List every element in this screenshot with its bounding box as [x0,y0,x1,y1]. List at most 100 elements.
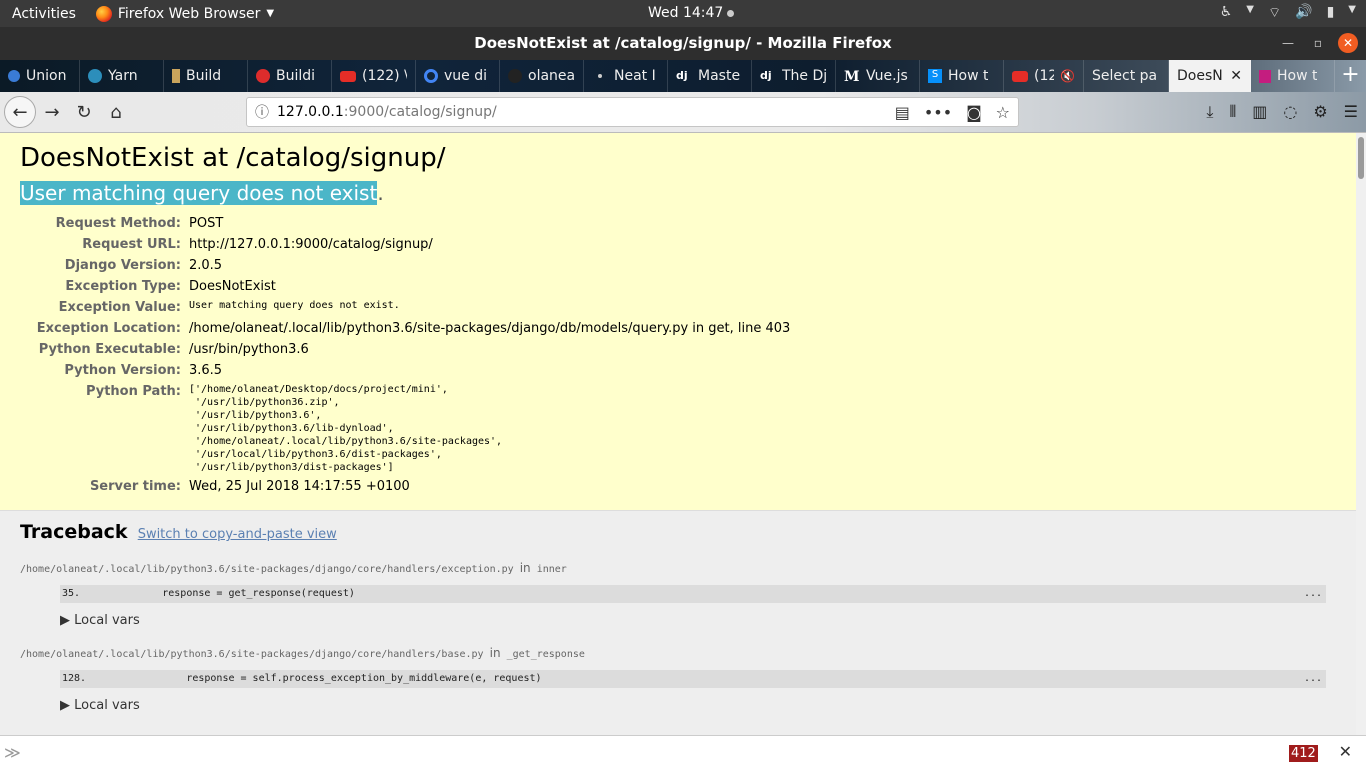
window-title: DoesNotExist at /catalog/signup/ - Mozil… [474,34,892,52]
bookmark-star-icon[interactable]: ☆ [996,103,1010,122]
close-tab-icon[interactable]: ✕ [1230,68,1242,84]
tab-how-t-2[interactable]: How t [1251,60,1335,92]
extension-icon[interactable]: ◌ [1283,102,1297,122]
scrollbar-thumb[interactable] [1358,137,1364,179]
tab-google-vue[interactable]: vue di [416,60,500,92]
meta-row: Exception Location: /home/olaneat/.local/… [20,318,791,339]
traceback-frame: /home/olaneat/.local/lib/python3.6/site-… [20,561,1326,628]
battery-icon[interactable]: ▮ [1327,4,1335,22]
wifi-icon[interactable]: ⌔ [1268,4,1281,22]
tab-neat[interactable]: Neat I [584,60,668,92]
chevron-right-icon[interactable]: ≫ [0,743,21,762]
frame-context-line[interactable]: 128. response = self.process_exception_b… [60,670,1326,688]
expand-context[interactable]: ... [1304,585,1326,603]
close-window-icon[interactable]: ✕ [1338,33,1358,53]
accessibility-icon[interactable]: ♿ [1220,4,1233,22]
frame-file: /home/olaneat/.local/lib/python3.6/site-… [20,561,1326,575]
frame-file-path: /home/olaneat/.local/lib/python3.6/site-… [20,649,484,660]
url-bar[interactable]: ⓘ 127.0.0.1:9000/catalog/signup/ ▤ ••• ◙… [246,97,1019,127]
library-icon[interactable]: ⫴ [1229,102,1236,122]
caret-down-icon: ▼ [1246,4,1254,15]
yarn-icon [88,69,102,83]
meta-value: 2.0.5 [189,258,223,273]
traceback-frame: /home/olaneat/.local/lib/python3.6/site-… [20,646,1326,713]
tab-label: Union [26,68,67,84]
frame-function: inner [536,564,567,575]
meta-value: ['/home/olaneat/Desktop/docs/project/min… [189,384,503,473]
switch-view-link[interactable]: Switch to copy-and-paste view [138,527,337,542]
vertical-scrollbar[interactable] [1356,133,1366,735]
caret-down-icon: ▼ [266,8,275,19]
meta-label: Exception Value: [58,300,181,315]
tab-label: olanea [528,68,575,84]
tab-buildi[interactable]: Buildi [248,60,332,92]
reader-view-icon[interactable]: ▤ [895,103,910,122]
tab-django-the-dj[interactable]: dj The Dj [752,60,836,92]
meta-value: User matching query does not exist. [189,300,400,311]
tab-label: Neat I [614,68,656,84]
local-vars-toggle[interactable]: ▶ Local vars [60,698,1326,713]
tab-select-pa[interactable]: Select pa [1084,60,1169,92]
meta-row: Python Version: 3.6.5 [20,360,790,381]
frame-context-line[interactable]: 35. response = get_response(request)... [60,585,1326,603]
meta-row: Exception Value: User matching query does… [20,297,790,318]
tab-youtube-122[interactable]: (122) \ [332,60,416,92]
settings-gear-icon[interactable]: ⚙ [1313,102,1327,122]
meta-row: Server time: Wed, 25 Jul 2018 14:17:55 +0… [20,476,790,497]
angular-icon [256,69,270,83]
clock-label: Wed 14:47 [648,5,724,21]
app-menu-label: Firefox Web Browser [117,5,261,22]
page-actions-icon[interactable]: ••• [924,103,952,122]
info-icon[interactable]: ⓘ [247,102,277,122]
count-badge: 412 [1289,745,1318,762]
meta-label: Exception Type: [65,279,181,294]
bottom-command-bar: ≫ 412 ✕ [0,735,1366,768]
back-button[interactable]: ← [4,96,36,128]
meta-label: Request Method: [55,216,181,231]
clock[interactable]: Wed 14:47 [648,5,735,21]
tab-django-master[interactable]: dj Maste [668,60,752,92]
minimize-icon[interactable]: — [1278,33,1298,53]
arrow-right-icon: → [44,101,60,123]
home-button[interactable]: ⌂ [100,96,132,128]
pocket-icon[interactable]: ◙ [966,103,982,122]
sidebar-icon[interactable]: ▥ [1252,102,1267,122]
system-tray[interactable]: ♿ ▼ ⌔ 🔊 ▮ ▼ [1220,4,1356,22]
django-icon: dj [760,69,772,82]
meta-value: 3.6.5 [189,363,223,378]
tab-doesnotexist[interactable]: DoesN ✕ [1169,60,1251,92]
meta-label: Request URL: [82,237,181,252]
url-host: 127.0.0.1 [277,104,344,120]
line-number: 128. [62,673,87,684]
tab-yarn[interactable]: Yarn [80,60,164,92]
download-icon[interactable]: ⤓ [1206,102,1213,122]
tab-youtube-12[interactable]: (12 🔇 [1004,60,1084,92]
meta-value: http://127.0.0.1:9000/catalog/signup/ [189,237,433,252]
close-bar-icon[interactable]: ✕ [1339,742,1352,761]
tab-union[interactable]: Union [0,60,80,92]
expand-context[interactable]: ... [1304,670,1326,688]
hexo-icon [1259,69,1271,83]
tab-build[interactable]: Build [164,60,248,92]
menu-hamburger-icon[interactable]: ☰ [1344,102,1358,122]
new-tab-button[interactable]: + [1335,60,1366,92]
navigation-toolbar: ← → ↻ ⌂ ⓘ 127.0.0.1:9000/catalog/signup/… [0,92,1366,133]
activities-button[interactable]: Activities [0,6,88,22]
tab-how-t[interactable]: S How t [920,60,1004,92]
meta-label: Django Version: [64,258,181,273]
tab-github-olaneat[interactable]: olanea [500,60,584,92]
app-menu[interactable]: Firefox Web Browser ▼ [88,5,275,22]
frame-in: in [489,646,501,660]
tab-strip: Union Yarn Build Buildi (122) \ vue di o… [0,60,1366,92]
reload-button[interactable]: ↻ [68,96,100,128]
volume-icon[interactable]: 🔊 [1295,4,1312,22]
meta-row: Python Executable: /usr/bin/python3.6 [20,339,790,360]
code-line: response = self.process_exception_by_mid… [90,673,542,684]
muted-icon[interactable]: 🔇 [1060,69,1075,83]
forward-button[interactable]: → [36,96,68,128]
maximize-icon[interactable]: ▫ [1308,33,1328,53]
tab-medium-vuejs[interactable]: M Vue.js [836,60,920,92]
local-vars-toggle[interactable]: ▶ Local vars [60,613,1326,628]
exception-tail: . [377,181,384,205]
tab-label: Maste [698,68,741,84]
